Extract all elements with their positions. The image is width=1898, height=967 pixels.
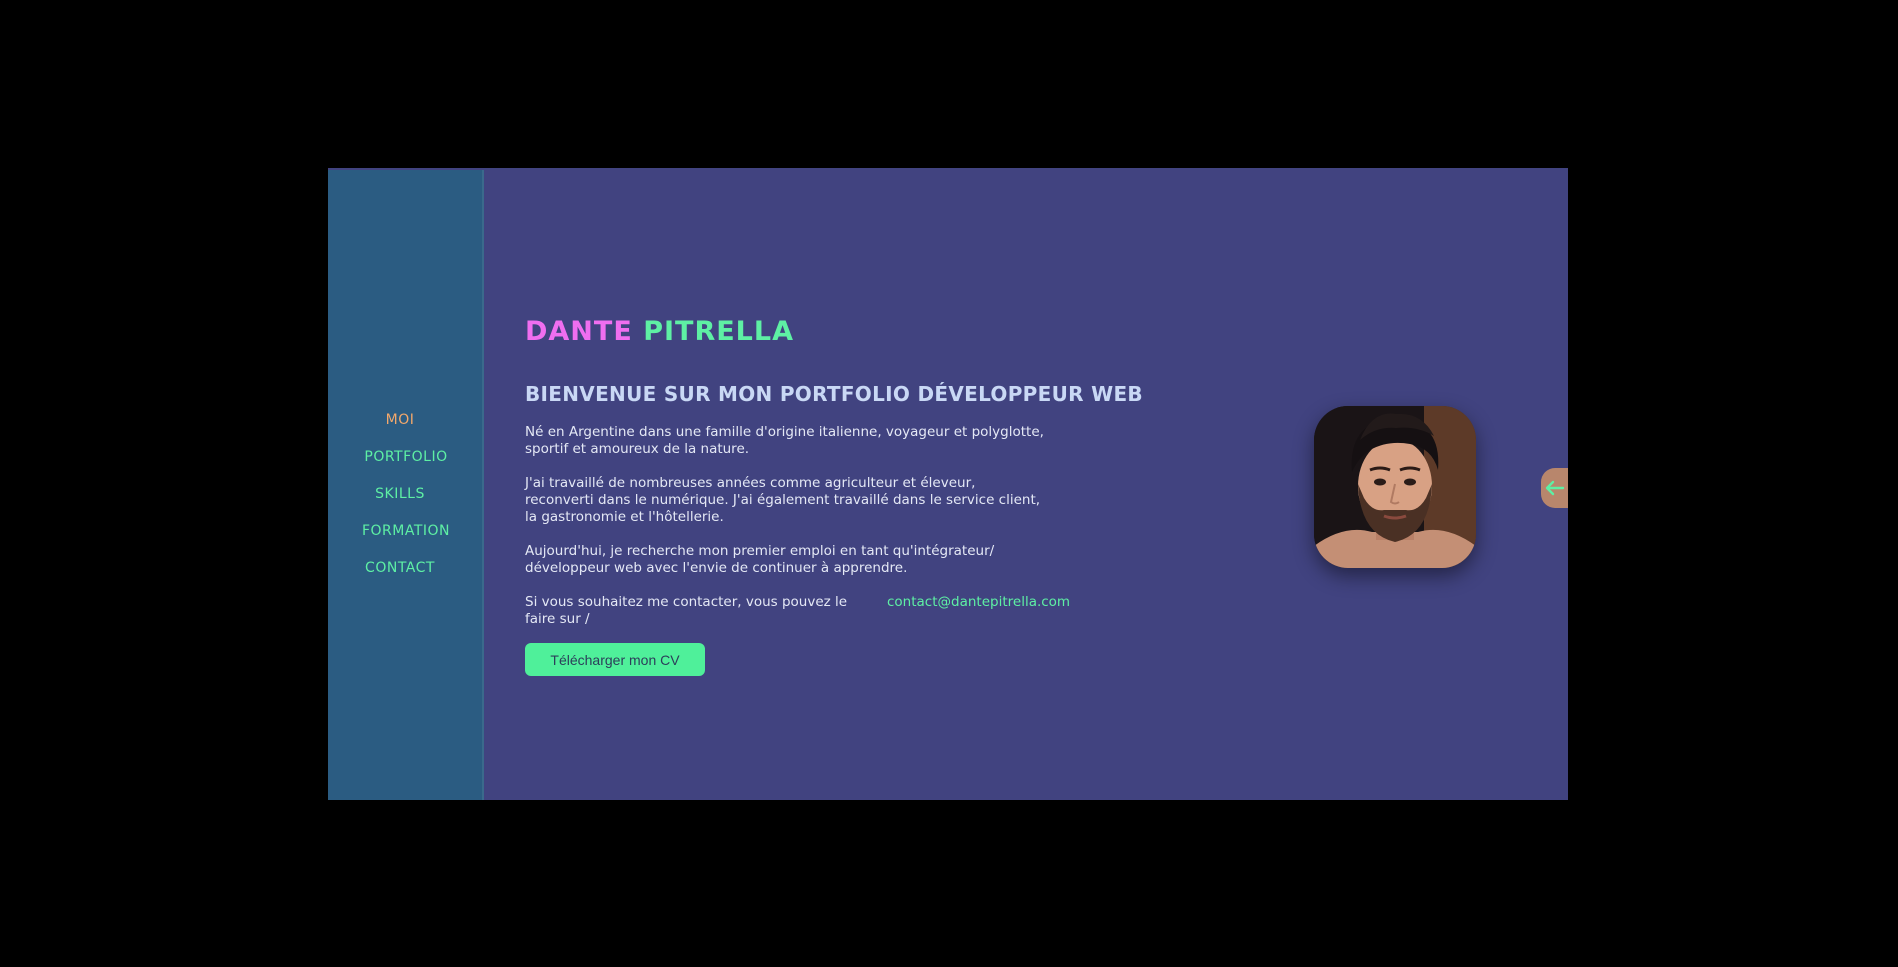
first-name: DANTE [525,316,633,347]
intro-paragraph: Né en Argentine dans une famille d'origi… [525,424,1044,457]
headline: BIENVENUE SUR MON PORTFOLIO DÉVELOPPEUR … [525,382,1143,406]
goal-paragraph: Aujourd'hui, je recherche mon premier em… [525,543,995,576]
nav-item-moi[interactable]: MOI [328,402,484,439]
nav-item-contact[interactable]: CONTACT [328,550,484,587]
nav-item-skills[interactable]: SKILLS [328,476,484,513]
sidebar-nav: MOI PORTFOLIO SKILLS FORMATION CONTACT [328,402,484,587]
nav-item-portfolio[interactable]: PORTFOLIO [328,439,484,476]
page-title: DANTE PITRELLA [525,316,794,347]
profile-photo [1314,406,1476,568]
email-link[interactable]: contact@dantepitrella.com [887,594,1070,611]
download-cv-button[interactable]: Télécharger mon CV [525,643,705,676]
experience-paragraph: J'ai travaillé de nombreuses années comm… [525,475,1041,525]
back-tab[interactable] [1541,468,1568,508]
avatar [1314,406,1476,568]
arrow-left-icon [1545,480,1565,496]
portfolio-window: MOI PORTFOLIO SKILLS FORMATION CONTACT D… [328,168,1568,800]
sidebar: MOI PORTFOLIO SKILLS FORMATION CONTACT [328,170,484,800]
last-name: PITRELLA [643,316,794,347]
nav-item-formation[interactable]: FORMATION [328,513,484,550]
contact-paragraph: Si vous souhaitez me contacter, vous pou… [525,594,848,627]
